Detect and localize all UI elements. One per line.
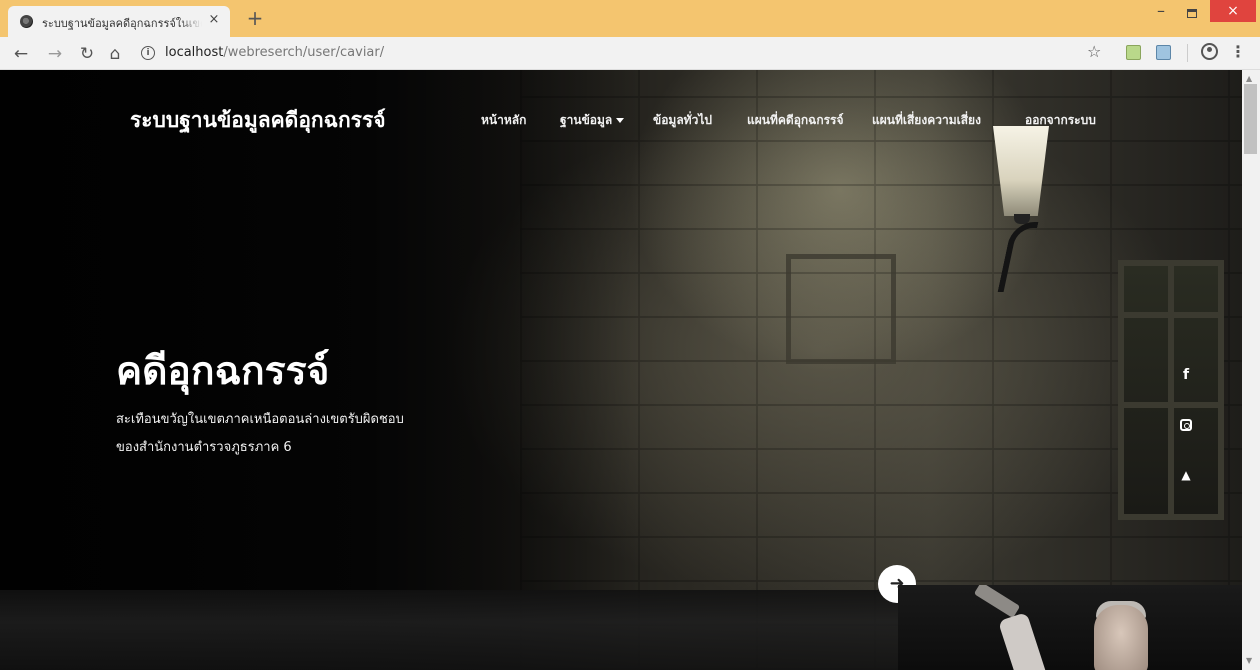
browser-toolbar: ← → ↻ ⌂ i localhost/webreserch/user/cavi… [0,37,1260,70]
nav-general-info[interactable]: ข้อมูลทั่วไป [653,111,712,130]
window-close-button[interactable]: × [1210,0,1256,22]
profile-icon[interactable] [1201,43,1218,60]
browser-menu-icon[interactable]: ⋮ [1230,42,1246,61]
url-text[interactable]: localhost/webreserch/user/caviar/ [165,45,384,60]
twitter-icon[interactable]: ▲ [1176,465,1196,485]
window-maximize-button[interactable] [1178,5,1206,25]
nav-crime-map[interactable]: แผนที่คดีอุกฉกรรจ์ [747,111,844,130]
photo-gun [973,585,1021,619]
extension-icon[interactable] [1156,45,1171,60]
site-info-icon[interactable]: i [141,46,155,60]
hero-section: ระบบฐานข้อมูลคดีอุกฉกรรจ์ หน้าหลัก ฐานข้… [0,70,1242,670]
forward-arrow-icon[interactable]: → [44,43,66,65]
scroll-up-icon[interactable]: ▲ [1246,74,1252,83]
photo-arm [997,612,1049,670]
tab-close-icon[interactable]: × [206,12,222,28]
new-tab-button[interactable]: + [245,8,265,28]
maximize-icon [1187,9,1197,18]
hero-subtitle-line-1: สะเทือนขวัญในเขตภาคเหนือตอนล่างเขตรับผิด… [116,412,404,427]
browser-tab[interactable]: ระบบฐานข้อมูลคดีอุกฉกรรจ์ในเขตภาค × [8,6,230,37]
tab-strip: ระบบฐานข้อมูลคดีอุกฉกรรจ์ในเขตภาค × + – … [0,0,1260,37]
scroll-down-icon[interactable]: ▼ [1246,656,1252,665]
window-minimize-button[interactable]: – [1147,3,1175,24]
back-arrow-icon[interactable]: ← [10,43,32,65]
home-icon[interactable]: ⌂ [104,43,126,65]
thumbnail-photo [898,585,1242,670]
facebook-icon[interactable]: f [1176,365,1196,385]
nav-logout[interactable]: ออกจากระบบ [1025,111,1096,130]
hero-subtitle-line-2: ของสำนักงานตำรวจภูธรภาค 6 [116,440,292,455]
photo-face [1094,605,1148,670]
nav-database-label: ฐานข้อมูล [560,113,613,127]
scrollbar-thumb[interactable] [1244,84,1257,154]
toolbar-divider [1187,44,1188,62]
extension-icon[interactable] [1126,45,1141,60]
url-host: localhost [165,45,224,60]
chevron-down-icon [616,118,625,123]
nav-risk-map[interactable]: แผนที่เสี่ยงความเสี่ยง [872,111,981,130]
address-bar[interactable]: i localhost/webreserch/user/caviar/ [132,41,1242,66]
instagram-icon[interactable] [1176,415,1196,435]
site-brand[interactable]: ระบบฐานข้อมูลคดีอุกฉกรรจ์ [130,104,386,137]
url-path: /webreserch/user/caviar/ [223,45,385,60]
bookmark-star-icon[interactable]: ☆ [1087,42,1101,61]
background-doorway [786,254,896,364]
tab-favicon-icon [20,15,33,28]
background-window [1118,260,1224,520]
nav-home[interactable]: หน้าหลัก [481,111,526,130]
reload-icon[interactable]: ↻ [76,43,98,65]
nav-database[interactable]: ฐานข้อมูล [560,111,625,130]
hero-title: คดีอุกฉกรรจ์ [116,349,330,394]
scrollbar[interactable] [1242,70,1260,670]
tab-title: ระบบฐานข้อมูลคดีอุกฉกรรจ์ในเขตภาค [42,17,202,30]
